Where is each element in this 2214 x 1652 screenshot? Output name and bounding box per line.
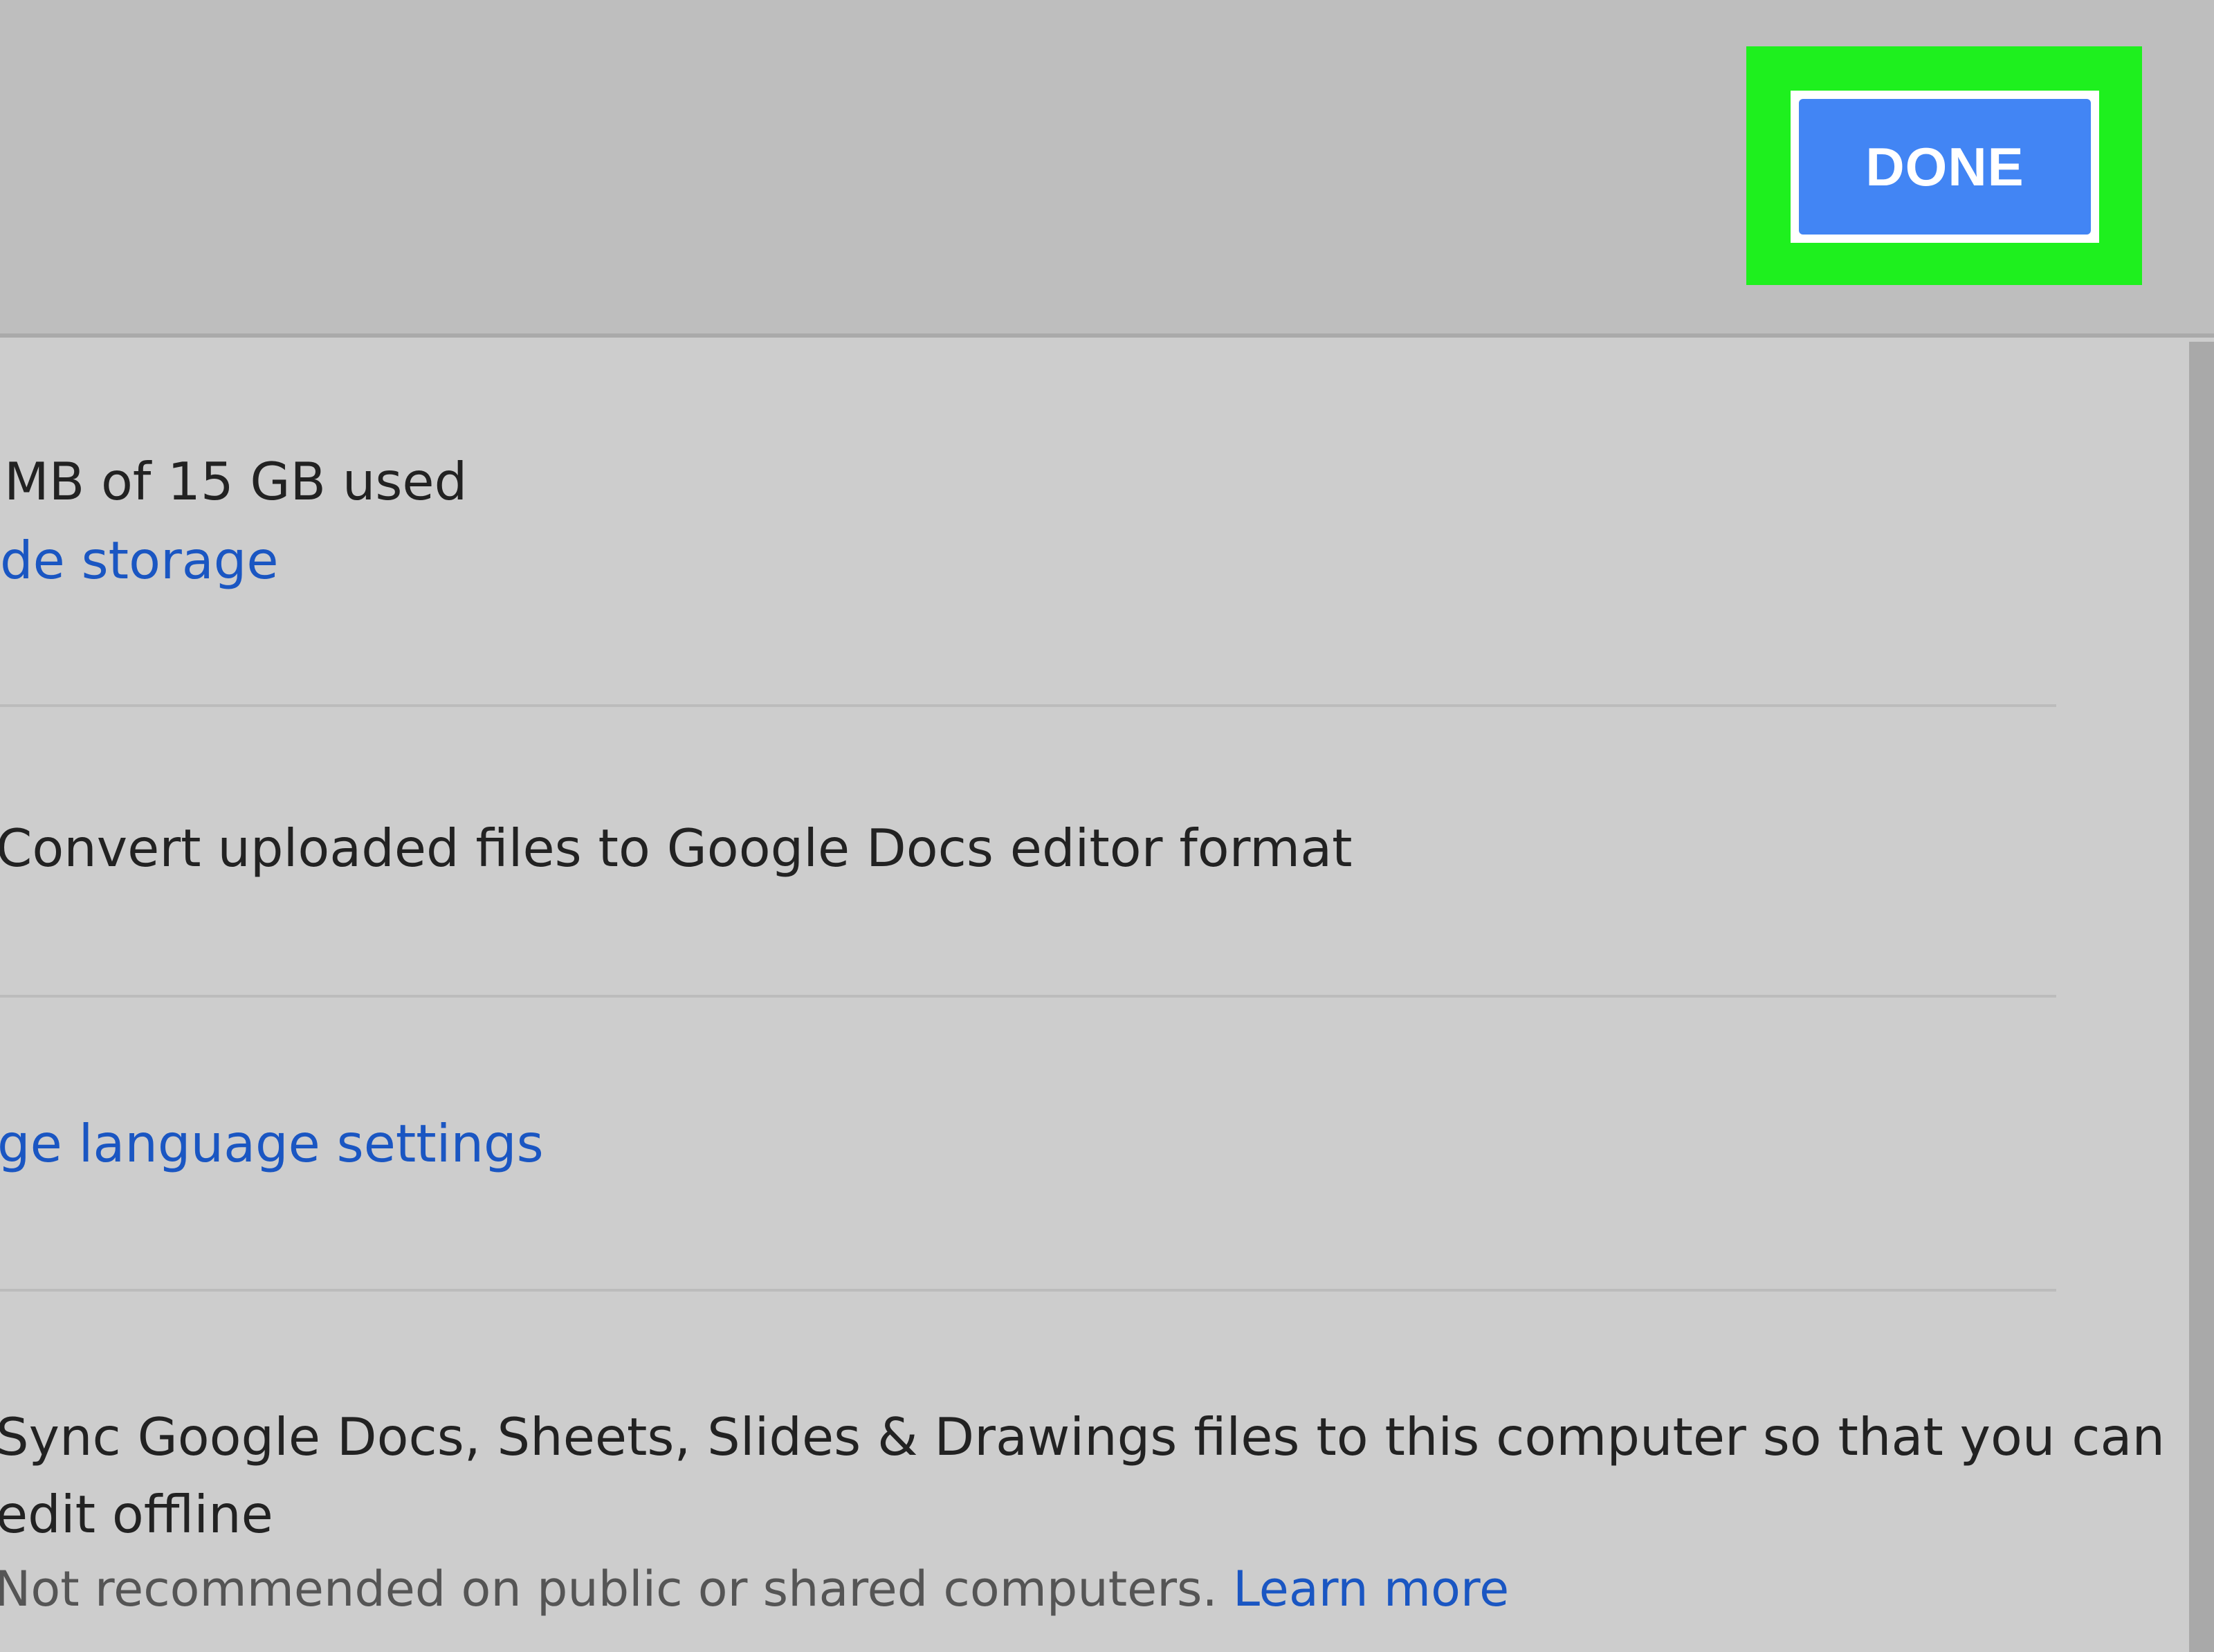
offline-sync-label-line2: edit offline xyxy=(0,1484,273,1545)
storage-usage-text: MB of 15 GB used xyxy=(4,451,468,512)
language-settings-link[interactable]: ge language settings xyxy=(0,1118,544,1170)
settings-content: MB of 15 GB used de storage Convert uplo… xyxy=(0,342,2189,1652)
section-divider xyxy=(0,1289,2056,1292)
offline-note-text: Not recommended on public or shared comp… xyxy=(0,1561,1218,1617)
scrollbar[interactable] xyxy=(2189,342,2214,1652)
learn-more-link[interactable]: Learn more xyxy=(1233,1561,1509,1617)
done-button[interactable]: DONE xyxy=(1799,99,2091,235)
section-divider xyxy=(0,995,2056,998)
offline-sync-note: Not recommended on public or shared comp… xyxy=(0,1565,1509,1613)
section-divider xyxy=(0,704,2056,707)
convert-uploads-label: Convert uploaded files to Google Docs ed… xyxy=(0,818,1353,879)
upgrade-storage-link[interactable]: de storage xyxy=(0,535,279,587)
offline-sync-label-line1: Sync Google Docs, Sheets, Slides & Drawi… xyxy=(0,1406,2166,1467)
